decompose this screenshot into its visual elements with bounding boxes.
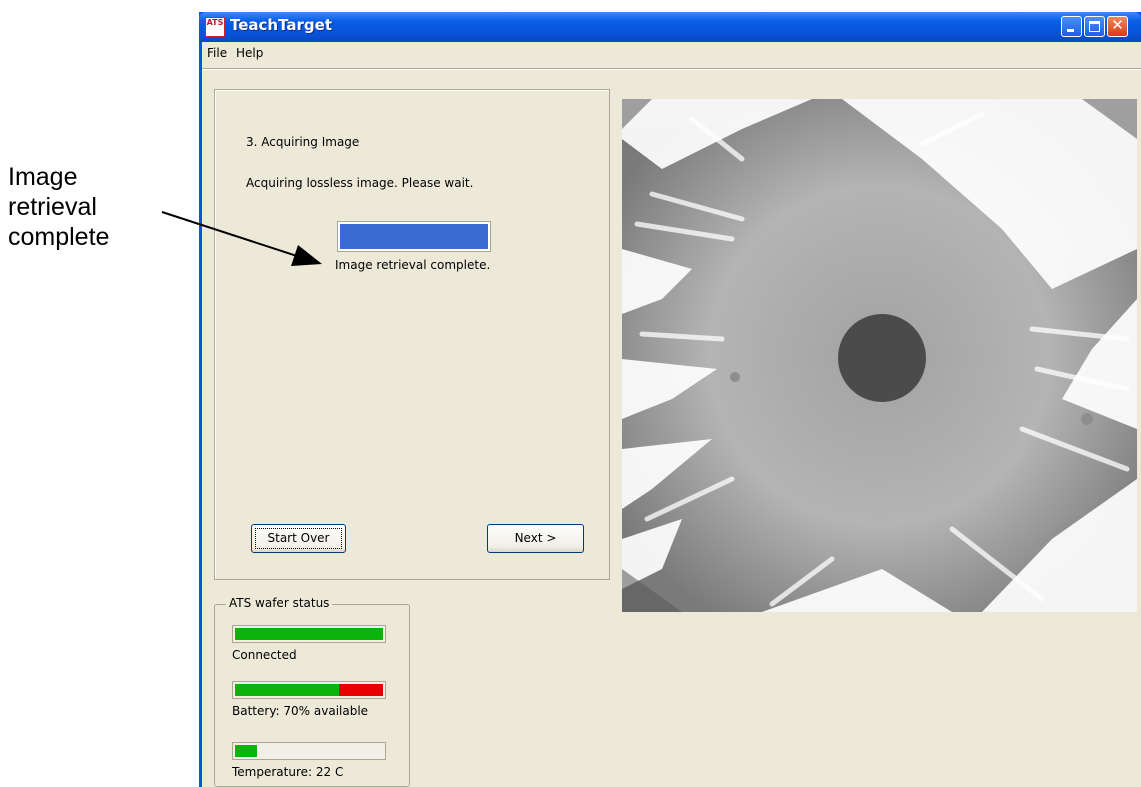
target-image xyxy=(622,99,1137,612)
app-window: ATS TeachTarget ✕ File Help 3. Acquiring… xyxy=(199,12,1141,787)
image-progress-fill xyxy=(340,224,488,249)
temperature-label: Temperature: 22 C xyxy=(232,765,344,779)
title-bar[interactable]: ATS TeachTarget ✕ xyxy=(199,12,1141,42)
connection-meter-fill xyxy=(235,628,383,640)
menu-file[interactable]: File xyxy=(207,46,227,60)
battery-label: Battery: 70% available xyxy=(232,704,369,718)
menu-help[interactable]: Help xyxy=(236,46,263,60)
battery-meter xyxy=(232,681,386,699)
minimize-button[interactable] xyxy=(1061,16,1082,37)
connection-meter xyxy=(232,625,386,643)
start-over-button[interactable]: Start Over xyxy=(251,524,346,553)
wizard-panel xyxy=(214,89,610,580)
menu-bar: File Help xyxy=(202,42,1141,66)
window-client-area: File Help 3. Acquiring Image Acquiring l… xyxy=(202,42,1141,787)
next-label: Next > xyxy=(514,531,557,545)
temperature-meter xyxy=(232,742,386,760)
progress-status-text: Image retrieval complete. xyxy=(335,258,491,272)
battery-meter-empty xyxy=(339,684,383,696)
temperature-meter-fill xyxy=(235,745,257,757)
wafer-status-legend: ATS wafer status xyxy=(226,596,333,610)
camera-image xyxy=(622,99,1137,612)
image-progress-bar xyxy=(337,221,491,252)
maximize-button[interactable] xyxy=(1084,16,1105,37)
menu-separator xyxy=(202,68,1141,70)
app-icon: ATS xyxy=(205,17,225,37)
minimize-icon xyxy=(1067,29,1074,32)
annotation-line: complete xyxy=(8,223,110,251)
maximize-icon xyxy=(1089,21,1100,32)
battery-meter-fill xyxy=(235,684,339,696)
step-message: Acquiring lossless image. Please wait. xyxy=(246,176,474,190)
focus-rectangle xyxy=(255,528,342,549)
step-title: 3. Acquiring Image xyxy=(246,135,360,149)
next-button[interactable]: Next > xyxy=(487,524,584,553)
window-title: TeachTarget xyxy=(230,16,333,34)
connection-label: Connected xyxy=(232,648,297,662)
annotation-line: Image xyxy=(8,163,78,191)
close-button[interactable]: ✕ xyxy=(1107,16,1128,37)
annotation-callout: Image retrieval complete xyxy=(8,162,109,252)
annotation-line: retrieval xyxy=(8,193,97,221)
close-icon: ✕ xyxy=(1111,16,1124,34)
